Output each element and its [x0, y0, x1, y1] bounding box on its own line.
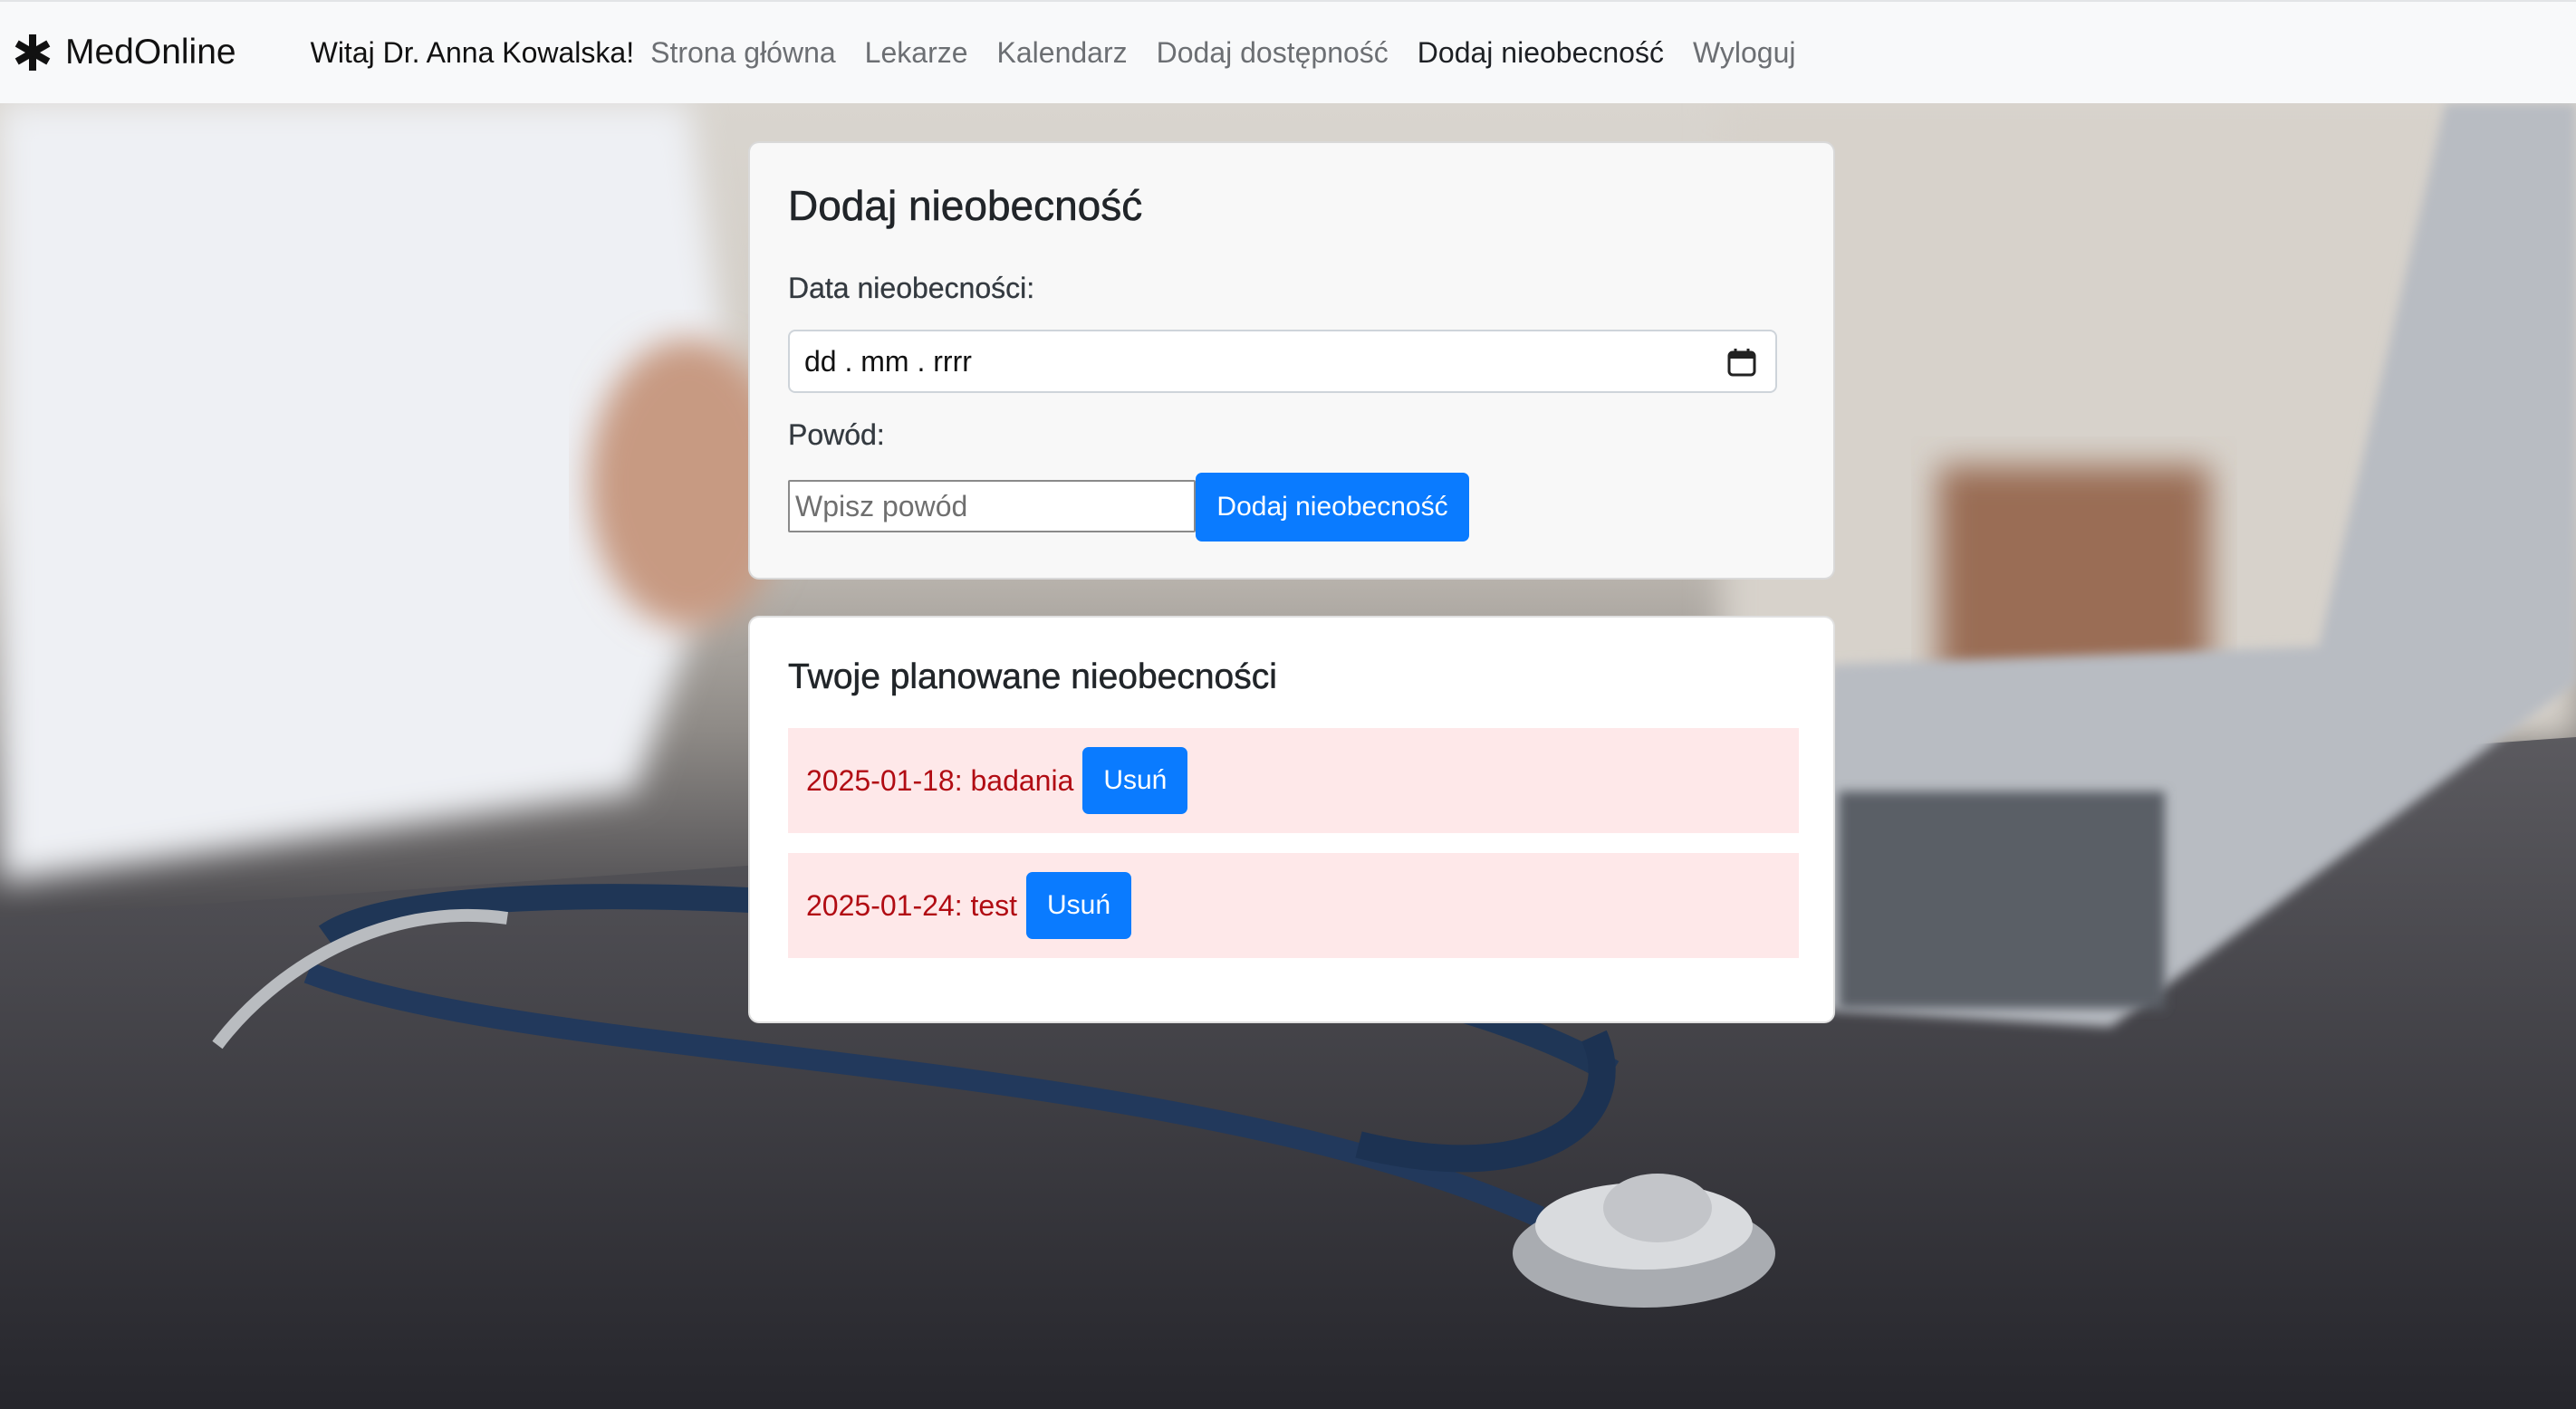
add-absence-button[interactable]: Dodaj nieobecność [1196, 473, 1469, 542]
date-label: Data nieobecności: [788, 272, 1035, 304]
date-input[interactable]: dd . mm . rrrr [788, 330, 1777, 393]
planned-absences-card: Twoje planowane nieobecności 2025-01-18:… [748, 616, 1835, 1023]
nav-link-home[interactable]: Strona główna [650, 36, 836, 70]
reason-input[interactable] [788, 480, 1196, 532]
brand-link[interactable]: MedOnline [13, 33, 236, 72]
brand-name: MedOnline [65, 33, 236, 72]
nav-link-add-availability[interactable]: Dodaj dostępność [1157, 36, 1389, 70]
nav-link-doctors[interactable]: Lekarze [865, 36, 968, 70]
nav-link-calendar[interactable]: Kalendarz [997, 36, 1128, 70]
absence-item-text: 2025-01-18: badania [806, 763, 1074, 797]
delete-absence-button[interactable]: Usuń [1082, 747, 1188, 814]
asterisk-icon [13, 33, 53, 72]
delete-absence-button[interactable]: Usuń [1026, 872, 1132, 939]
form-title: Dodaj nieobecność [788, 182, 1143, 230]
welcome-text: Witaj Dr. Anna Kowalska! [310, 35, 635, 69]
reason-label: Powód: [788, 418, 885, 451]
calendar-icon[interactable] [1726, 347, 1757, 378]
nav-link-logout[interactable]: Wyloguj [1693, 36, 1796, 70]
absence-item: 2025-01-24: test Usuń [788, 853, 1799, 958]
absence-item-text: 2025-01-24: test [806, 888, 1018, 922]
add-absence-card: Dodaj nieobecność Data nieobecności: dd … [748, 141, 1835, 580]
top-navbar: MedOnline Witaj Dr. Anna Kowalska! Stron… [0, 0, 2576, 103]
absence-item: 2025-01-18: badania Usuń [788, 728, 1799, 833]
nav-link-add-absence[interactable]: Dodaj nieobecność [1418, 36, 1664, 70]
date-input-value: dd . mm . rrrr [804, 344, 972, 378]
absences-title: Twoje planowane nieobecności [788, 657, 1277, 697]
